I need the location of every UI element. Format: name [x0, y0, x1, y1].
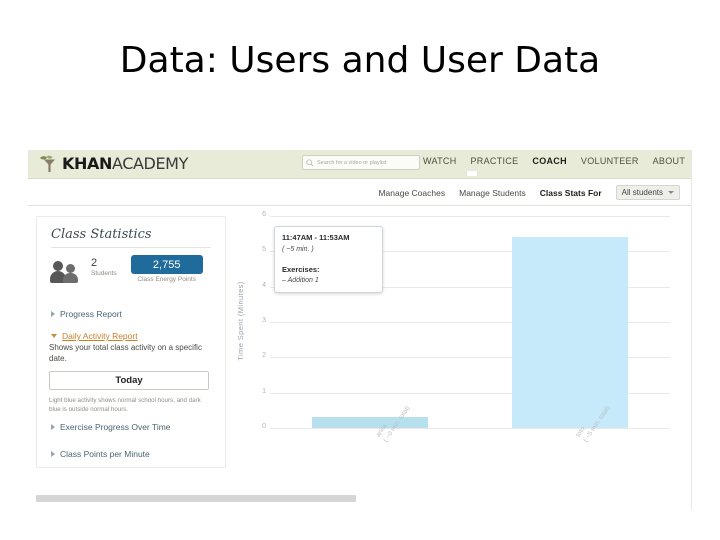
chevron-down-icon — [668, 191, 674, 194]
tooltip-time-range: 11:47AM - 11:53AM — [282, 233, 350, 242]
chevron-right-icon — [51, 451, 55, 457]
khan-academy-screenshot: KHANACADEMY Search for a video or playli… — [28, 150, 692, 510]
horizontal-scrollbar[interactable] — [36, 495, 356, 502]
subnav-pointer — [466, 171, 478, 176]
sidebar-item-progress-report[interactable]: Progress Report — [51, 309, 122, 319]
chart-y-tick-label: 4 — [262, 281, 266, 289]
chart-y-tick-label: 0 — [262, 423, 266, 430]
page-title: Data: Users and User Data — [119, 40, 601, 81]
chart-y-tick-label: 1 — [262, 387, 266, 395]
chart-y-tick-label: 6 — [262, 211, 266, 218]
chevron-right-icon — [51, 424, 55, 430]
student-count: 2 Students — [91, 257, 117, 279]
chart-y-tick-label: 5 — [262, 246, 266, 254]
screenshot-edge — [691, 150, 692, 510]
class-statistics-panel: Class Statistics 2 Students 2,755 Class … — [36, 216, 226, 468]
daily-activity-note: Light blue activity shows normal school … — [49, 397, 201, 413]
sidebar-item-label: Class Points per Minute — [60, 449, 150, 459]
nav-item-about[interactable]: ABOUT — [653, 156, 686, 166]
student-filter-value: All students — [621, 188, 663, 197]
energy-points-caption: Class Energy Points — [137, 276, 196, 283]
main-nav: WATCH PRACTICE COACH VOLUNTEER ABOUT — [423, 156, 685, 166]
student-count-value: 2 — [91, 257, 98, 269]
students-icon — [50, 258, 85, 284]
nav-item-practice[interactable]: PRACTICE — [471, 156, 519, 166]
daily-activity-description: Shows your total class activity on a spe… — [49, 343, 202, 363]
chart-gridline — [270, 428, 670, 429]
chevron-right-icon — [51, 311, 55, 317]
subnav-manage-coaches[interactable]: Manage Coaches — [378, 188, 445, 198]
nav-item-coach[interactable]: COACH — [532, 156, 567, 166]
khan-academy-logo[interactable]: KHANACADEMY — [38, 153, 188, 175]
sidebar-item-exercise-progress-over-time[interactable]: Exercise Progress Over Time — [51, 422, 171, 432]
search-icon — [306, 158, 314, 167]
today-button[interactable]: Today — [49, 371, 209, 390]
search-input[interactable]: Search for a video or playlist — [302, 155, 420, 170]
sidebar-item-class-points-per-minute[interactable]: Class Points per Minute — [51, 449, 150, 459]
logo-wordmark: KHANACADEMY — [62, 154, 188, 173]
leaf-icon — [38, 154, 60, 174]
panel-title: Class Statistics — [51, 227, 152, 242]
chart-y-axis-label: Time Spent (Minutes) — [236, 281, 245, 361]
class-summary: 2 Students 2,755 Class Energy Points — [50, 255, 203, 284]
sidebar-item-label: Progress Report — [60, 309, 122, 319]
tooltip-exercise-item: – Addition 1 — [282, 277, 319, 284]
sub-navigation: Manage Coaches Manage Students Class Sta… — [28, 179, 692, 206]
search-placeholder: Search for a video or playlist — [317, 159, 387, 166]
chart-bar[interactable] — [512, 237, 628, 428]
class-stats-label: Class Stats For — [539, 187, 602, 198]
sidebar-item-label: Exercise Progress Over Time — [60, 422, 171, 432]
chart-bar[interactable] — [312, 417, 428, 428]
chart-y-tick-label: 3 — [262, 317, 266, 324]
energy-points-badge: 2,755 — [130, 255, 203, 274]
subnav-manage-students[interactable]: Manage Students — [459, 188, 526, 198]
chart-y-tick-label: 2 — [262, 352, 266, 360]
tooltip-duration: ( ~5 min. ) — [282, 246, 314, 253]
student-count-caption: Students — [91, 270, 117, 277]
site-header: KHANACADEMY Search for a video or playli… — [28, 150, 692, 179]
student-filter-dropdown[interactable]: All students — [615, 185, 680, 200]
tooltip-exercises-label: Exercises: — [282, 265, 320, 274]
nav-item-volunteer[interactable]: VOLUNTEER — [581, 156, 639, 166]
energy-points: 2,755 Class Energy Points — [130, 255, 203, 283]
chart-gridline — [270, 216, 670, 217]
daily-activity-report-body: Shows your total class activity on a spe… — [49, 335, 211, 414]
nav-item-watch[interactable]: WATCH — [423, 156, 457, 166]
slide: Data: Users and User Data KHANACADEMY Se… — [0, 0, 720, 540]
activity-tooltip: 11:47AM - 11:53AM ( ~5 min. ) Exercises:… — [274, 226, 383, 293]
divider — [51, 247, 211, 248]
